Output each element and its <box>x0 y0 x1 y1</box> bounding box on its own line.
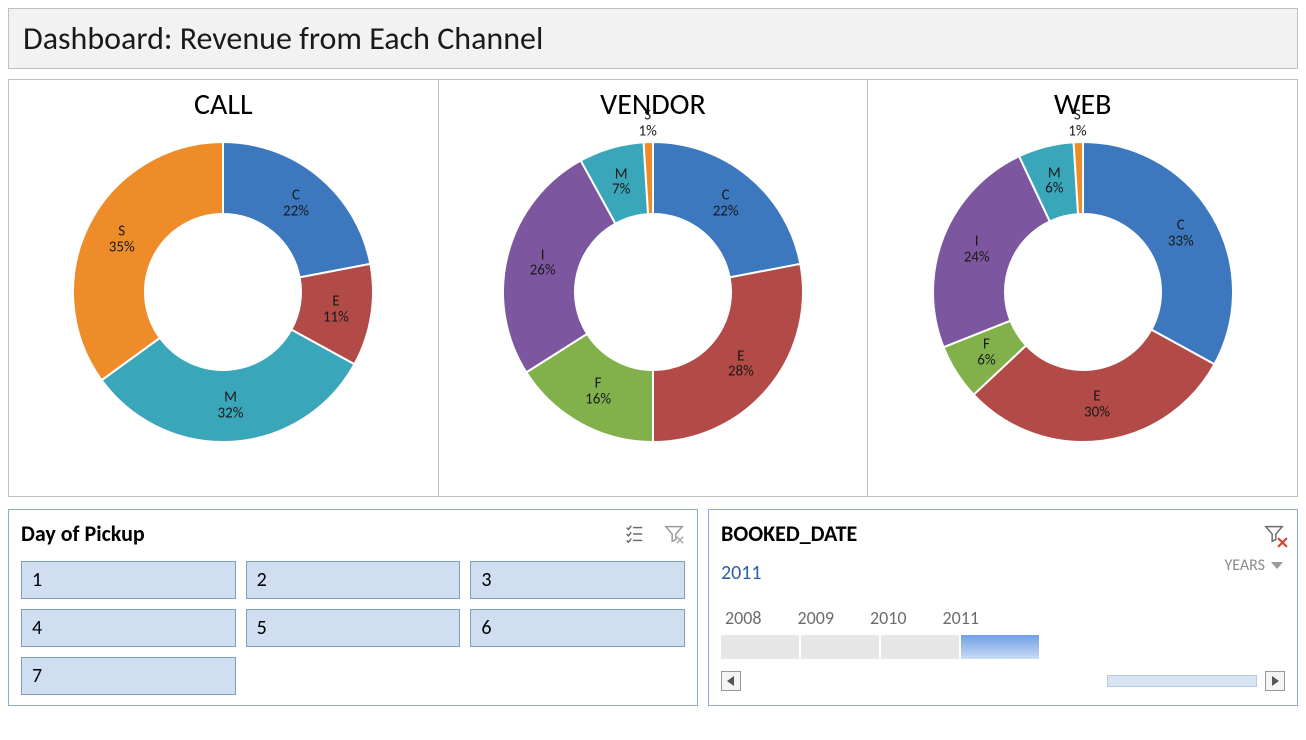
slicer-title: Day of Pickup <box>21 520 145 547</box>
chart-panel-call[interactable]: CALL C22% E11% M32% S35% <box>8 79 439 497</box>
timeline-tick: 2009 <box>798 607 835 629</box>
timeline-year-cell[interactable] <box>721 635 801 659</box>
slice-label: S1% <box>1068 108 1086 140</box>
timeline-scrollbar <box>721 671 1285 691</box>
dashboard-title: Dashboard: Revenue from Each Channel <box>8 8 1298 69</box>
slice-label: M32% <box>218 390 244 422</box>
chevron-down-icon <box>1271 556 1283 575</box>
slicer-grid: 1 2 3 4 5 6 7 <box>21 561 685 695</box>
timeline-track[interactable] <box>721 635 1285 659</box>
chart-title: CALL <box>194 86 253 123</box>
timeline-track-wrap: 2008 2009 2010 2011 <box>721 607 1285 659</box>
timeline-level-label: YEARS <box>1224 556 1265 575</box>
slicer-day-of-pickup[interactable]: Day of Pickup 1 2 3 4 5 6 7 <box>8 509 698 706</box>
scroll-thumb[interactable] <box>1107 675 1257 687</box>
donut-chart-call: C22% E11% M32% S35% <box>58 127 388 457</box>
timeline-title: BOOKED_DATE <box>721 520 857 547</box>
slice-label: C22% <box>713 188 739 220</box>
clear-filter-icon[interactable] <box>1263 523 1285 545</box>
timeline-year-cell[interactable] <box>881 635 961 659</box>
donut-slice-C[interactable] <box>1083 142 1233 364</box>
controls-row: Day of Pickup 1 2 3 4 5 6 7 BOOKED_DATE <box>8 509 1298 706</box>
slicer-item[interactable]: 5 <box>246 609 461 647</box>
timeline-booked-date[interactable]: BOOKED_DATE 2011 YEARS 2008 2009 2010 20… <box>708 509 1298 706</box>
timeline-year-cell[interactable] <box>801 635 881 659</box>
slice-label: F16% <box>585 376 611 408</box>
slice-label: E11% <box>323 294 349 326</box>
multi-select-icon[interactable] <box>623 523 645 545</box>
slice-label: C22% <box>283 188 309 220</box>
slicer-item[interactable]: 6 <box>470 609 685 647</box>
slicer-header: Day of Pickup <box>21 520 685 547</box>
slice-label: M6% <box>1045 166 1063 198</box>
slicer-item[interactable]: 3 <box>470 561 685 599</box>
slice-label: E30% <box>1084 389 1110 421</box>
slice-label: E28% <box>728 349 754 381</box>
timeline-ticks: 2008 2009 2010 2011 <box>721 607 1285 629</box>
timeline-icon-group <box>1263 523 1285 545</box>
slicer-item[interactable]: 4 <box>21 609 236 647</box>
donut-slice-S[interactable] <box>73 142 223 380</box>
donut-chart-web: C33%E30%F6%I24%M6%S1% <box>918 127 1248 457</box>
slice-label: I24% <box>964 234 990 266</box>
slice-label: I26% <box>530 248 556 280</box>
slicer-item[interactable]: 2 <box>246 561 461 599</box>
timeline-year-cell-selected[interactable] <box>961 635 1041 659</box>
chart-panel-web[interactable]: WEB C33%E30%F6%I24%M6%S1% <box>868 79 1298 497</box>
slice-label: C33% <box>1168 218 1194 250</box>
scroll-track[interactable] <box>749 675 1257 687</box>
slicer-icon-group <box>623 523 685 545</box>
donut-chart-vendor: C22%E28%F16%I26%M7%S1% <box>488 127 818 457</box>
timeline-tick: 2011 <box>943 607 980 629</box>
clear-filter-icon[interactable] <box>663 523 685 545</box>
scroll-left-button[interactable] <box>721 671 741 691</box>
slice-label: M7% <box>612 167 630 199</box>
slice-label: S35% <box>109 224 135 256</box>
slicer-item[interactable]: 7 <box>21 657 236 695</box>
timeline-tick: 2010 <box>870 607 907 629</box>
chart-panel-vendor[interactable]: VENDOR C22%E28%F16%I26%M7%S1% <box>439 79 869 497</box>
timeline-header: BOOKED_DATE <box>721 520 1285 547</box>
slice-label: S1% <box>639 108 657 140</box>
slice-label: F6% <box>977 337 995 369</box>
timeline-selected-label: 2011 <box>721 561 1285 585</box>
slicer-item[interactable]: 1 <box>21 561 236 599</box>
timeline-level-selector[interactable]: YEARS <box>1224 556 1283 575</box>
charts-row: CALL C22%E11%M32%S35% VENDOR C22%E28%F16… <box>8 79 1298 497</box>
scroll-right-button[interactable] <box>1265 671 1285 691</box>
timeline-tick: 2008 <box>725 607 762 629</box>
